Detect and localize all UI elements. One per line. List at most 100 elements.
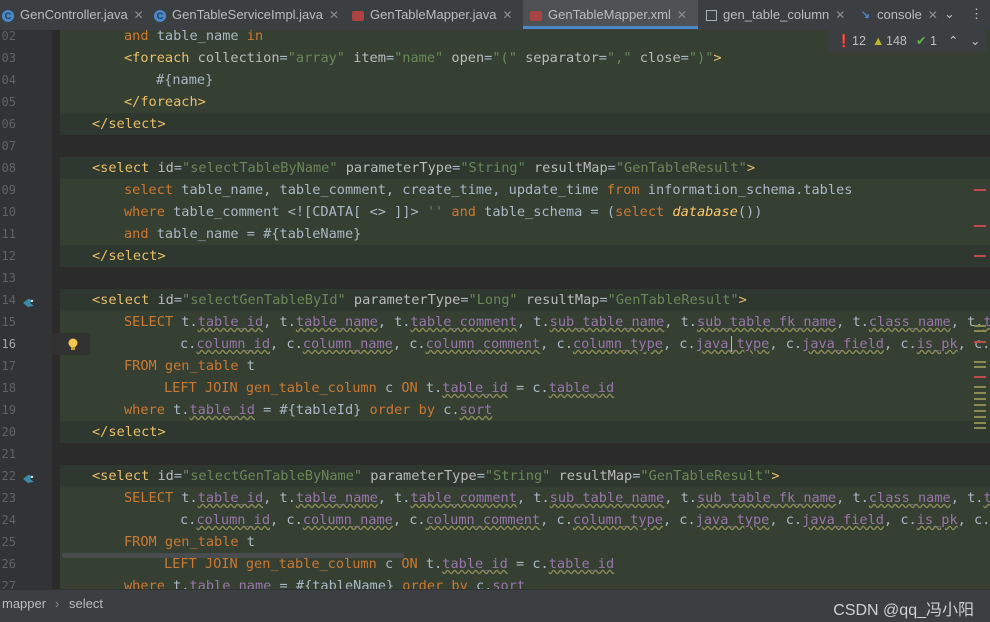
code-token: , t. [516, 490, 550, 506]
tab-console[interactable]: ↘ console ✕ [860, 0, 950, 29]
intention-bulb-icon[interactable] [67, 337, 79, 351]
error-stripe[interactable] [972, 30, 988, 589]
warning-mark[interactable] [974, 325, 986, 327]
code-line[interactable]: 04 #{name} [0, 69, 990, 91]
code-line[interactable]: 27 where t.table_name = #{tableName} orde… [0, 575, 990, 589]
code-text[interactable]: <select id="selectGenTableByName" parame… [92, 465, 780, 487]
breadcrumb-mapper[interactable]: mapper [2, 596, 46, 611]
code-text[interactable]: </foreach> [124, 91, 206, 113]
code-text[interactable]: where table_comment <![CDATA[ <> ]]> '' … [124, 201, 762, 223]
code-line[interactable]: 11 and table_name = #{tableName} [0, 223, 990, 245]
warning-mark[interactable] [974, 410, 986, 412]
error-mark[interactable] [974, 225, 986, 227]
close-icon[interactable]: ✕ [928, 8, 938, 22]
code-text[interactable]: c.column_id, c.column_name, c.column_com… [180, 333, 990, 355]
code-editor[interactable]: 02 and table_name in 03 <foreach collection… [0, 30, 990, 589]
code-line[interactable]: 14 <select id="selectGenTableById" parame… [0, 289, 990, 311]
code-text[interactable]: <foreach collection="array" item="name" … [124, 47, 722, 69]
code-line[interactable]: 06 </select> [0, 113, 990, 135]
code-line[interactable]: 20 </select> [0, 421, 990, 443]
error-mark[interactable] [974, 255, 986, 257]
code-line[interactable]: 13 [0, 267, 990, 289]
code-text[interactable]: <select id="selectTableByName" parameter… [92, 157, 755, 179]
warning-mark[interactable] [974, 392, 986, 394]
code-token: , c. [392, 336, 426, 352]
code-line[interactable]: 18 LEFT JOIN gen_table_column c ON t.tabl… [0, 377, 990, 399]
inspection-widget[interactable]: ❗ 12 ▲ 148 ✔ 1 ⌃ ⌄ [828, 30, 986, 52]
code-text[interactable]: <select id="selectGenTableById" paramete… [92, 289, 747, 311]
close-icon[interactable]: ✕ [329, 8, 339, 22]
warning-mark[interactable] [974, 386, 986, 388]
code-line[interactable]: 09 select table_name, table_comment, crea… [0, 179, 990, 201]
code-text[interactable]: SELECT t.table_id, t.table_name, t.table… [124, 487, 990, 509]
code-text[interactable]: where t.table_id = #{tableId} order by c… [124, 399, 492, 421]
tab-gentablemapper-xml[interactable]: GenTableMapper.xml ✕ [523, 0, 698, 29]
close-icon[interactable]: ✕ [502, 8, 512, 22]
code-line[interactable]: 10 where table_comment <![CDATA[ <> ]]> '… [0, 201, 990, 223]
code-token: = c. [507, 380, 549, 396]
tab-list-chevron-icon[interactable]: ⌄ [944, 6, 955, 22]
code-text[interactable]: SELECT t.table_id, t.table_name, t.table… [124, 311, 990, 333]
code-text[interactable]: and table_name = #{tableName} [124, 223, 361, 245]
code-line[interactable]: 07 [0, 135, 990, 157]
warning-mark[interactable] [974, 416, 986, 418]
warning-mark[interactable] [974, 427, 986, 429]
warning-mark[interactable] [974, 404, 986, 406]
code-token: java_type [695, 512, 770, 528]
previous-highlight-icon[interactable]: ⌃ [948, 30, 958, 52]
code-text[interactable]: </select> [92, 113, 166, 135]
line-number: 14 [1, 293, 16, 307]
tab-gen-table-column[interactable]: gen_table_column ✕ [706, 0, 854, 29]
close-icon[interactable]: ✕ [134, 8, 144, 22]
warning-mark[interactable] [974, 361, 986, 363]
tab-gentablemapper-java[interactable]: GenTableMapper.java ✕ [352, 0, 524, 29]
mybatis-navigate-icon[interactable] [22, 294, 36, 307]
code-text[interactable]: FROM gen_table t [124, 531, 255, 553]
code-token: , c. [883, 336, 917, 352]
code-line[interactable]: 24 c.column_id, c.column_name, c.column_c… [0, 509, 990, 531]
code-line[interactable]: 19 where t.table_id = #{tableId} order by… [0, 399, 990, 421]
code-line[interactable]: 22 <select id="selectGenTableByName" para… [0, 465, 990, 487]
horizontal-scrollbar[interactable] [62, 553, 404, 558]
code-line[interactable]: 08 <select id="selectTableByName" paramet… [0, 157, 990, 179]
line-number: 20 [1, 425, 16, 439]
close-icon[interactable]: ✕ [835, 8, 845, 22]
mybatis-navigate-icon[interactable] [22, 470, 36, 483]
code-line[interactable]: 15 SELECT t.table_id, t.table_name, t.tab… [0, 311, 990, 333]
tab-label: GenController.java [20, 7, 128, 22]
code-text[interactable]: #{name} [156, 69, 213, 91]
warning-mark[interactable] [974, 366, 986, 368]
code-line[interactable]: 25 FROM gen_table t [0, 531, 990, 553]
tab-gentableserviceimpl[interactable]: C GenTableServiceImpl.java ✕ [154, 0, 344, 29]
code-line[interactable]: 17 FROM gen_table t [0, 355, 990, 377]
code-text[interactable]: </select> [92, 421, 166, 443]
close-icon[interactable]: ✕ [677, 8, 687, 22]
tab-gencontroller[interactable]: C GenController.java ✕ [0, 0, 145, 29]
code-token: where [124, 578, 174, 589]
error-mark[interactable] [974, 189, 986, 191]
code-line[interactable]: 21 [0, 443, 990, 465]
code-token: open [451, 50, 485, 66]
code-text[interactable]: </select> [92, 245, 166, 267]
error-mark[interactable] [974, 376, 986, 378]
code-text[interactable]: c.column_id, c.column_name, c.column_com… [180, 509, 990, 531]
code-text[interactable]: LEFT JOIN gen_table_column c ON t.table_… [164, 377, 614, 399]
breadcrumb-select[interactable]: select [69, 596, 103, 611]
code-text[interactable]: and table_name in [124, 30, 263, 47]
breadcrumb-separator-icon: › [55, 596, 60, 611]
code-line[interactable]: 16 c.column_id, c.column_name, c.column_c… [0, 333, 990, 355]
code-token: , c. [769, 512, 803, 528]
warning-mark[interactable] [974, 422, 986, 424]
more-options-icon[interactable]: ⋮ [970, 6, 983, 22]
warning-mark[interactable] [974, 398, 986, 400]
code-line[interactable]: 12 </select> [0, 245, 990, 267]
code-line[interactable]: 05 </foreach> [0, 91, 990, 113]
code-line[interactable]: 23 SELECT t.table_id, t.table_name, t.tab… [0, 487, 990, 509]
error-mark[interactable] [974, 341, 986, 343]
code-token: = [279, 50, 288, 66]
code-token: "selectGenTableById" [182, 292, 346, 308]
warning-mark[interactable] [974, 330, 986, 332]
code-text[interactable]: select table_name, table_comment, create… [124, 179, 852, 201]
code-text[interactable]: FROM gen_table t [124, 355, 255, 377]
code-text[interactable]: where t.table_name = #{tableName} order … [124, 575, 525, 589]
